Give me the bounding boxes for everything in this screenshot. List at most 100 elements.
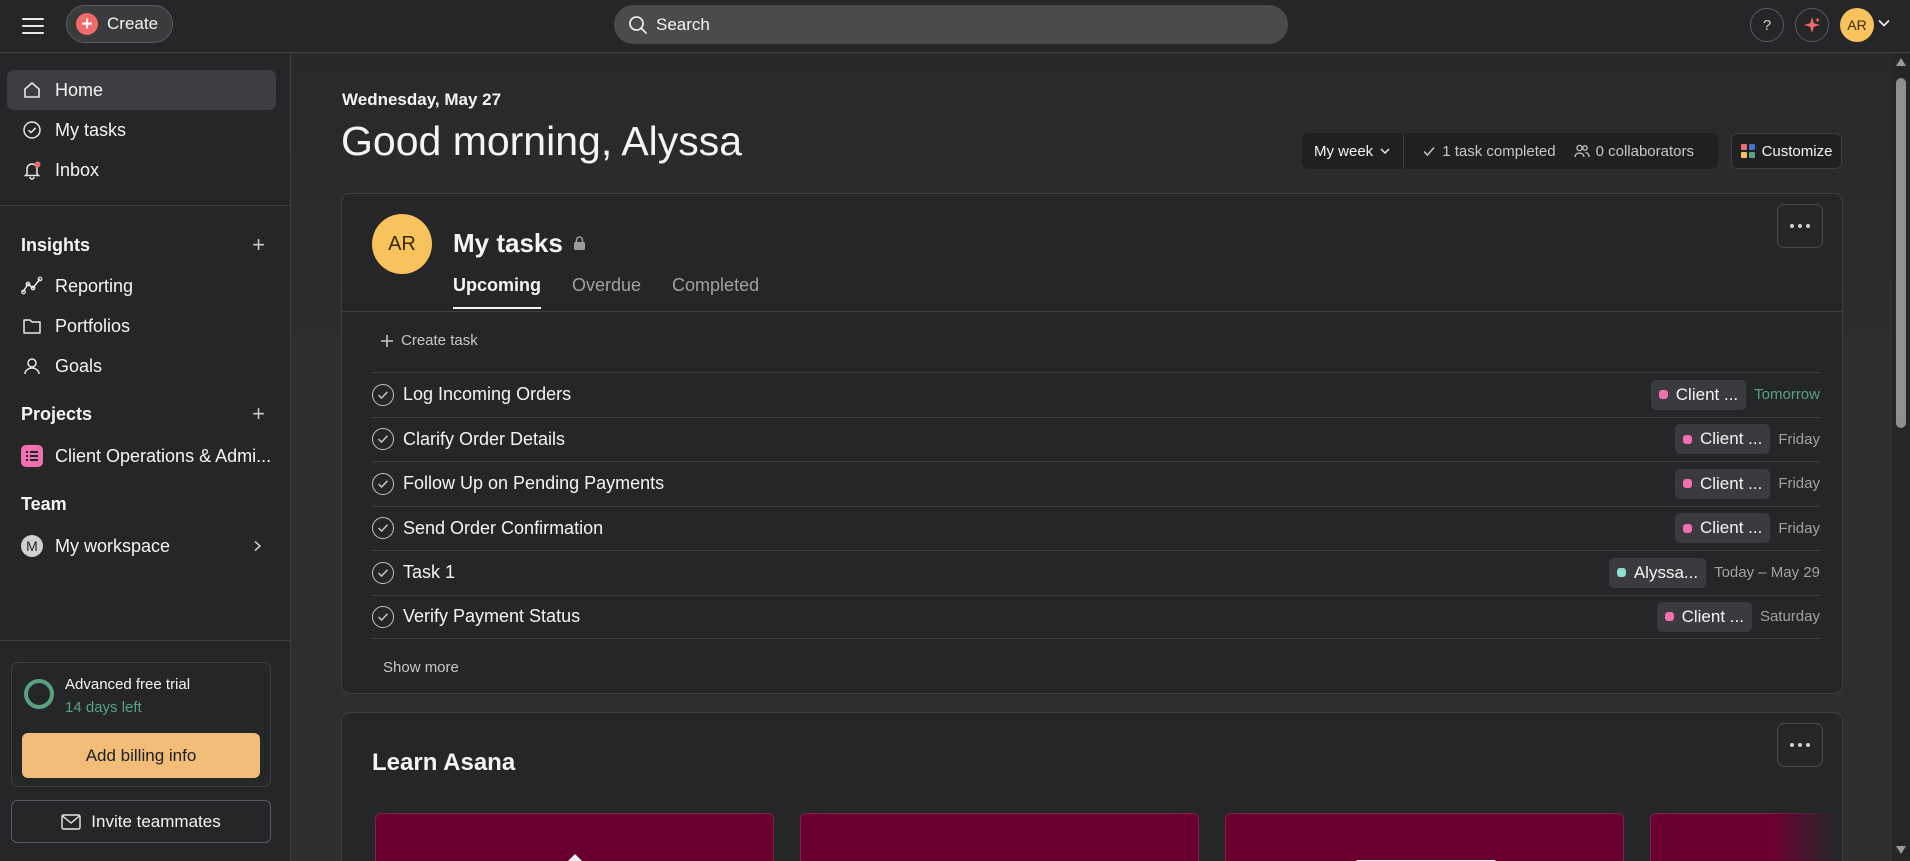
add-project-icon[interactable]: + xyxy=(252,401,265,427)
table-row[interactable]: Follow Up on Pending Payments Client ...… xyxy=(372,461,1820,506)
widget-title[interactable]: My tasks xyxy=(453,228,586,259)
tasks-tabs: Upcoming Overdue Completed xyxy=(453,275,759,309)
show-more-button[interactable]: Show more xyxy=(383,659,459,676)
table-row[interactable]: Clarify Order Details Client ... Friday xyxy=(372,416,1820,462)
projects-header[interactable]: Projects + xyxy=(21,399,271,429)
period-dropdown[interactable]: My week xyxy=(1302,133,1405,169)
complete-checkbox-icon[interactable] xyxy=(372,383,394,406)
tile-arrow-icon xyxy=(568,854,582,861)
more-options-button[interactable] xyxy=(1777,204,1823,248)
table-row[interactable]: Task 1 Alyssa... Today – May 29 xyxy=(372,550,1820,595)
sidebar-item-my-tasks[interactable]: My tasks xyxy=(7,110,276,150)
task-name[interactable]: Verify Payment Status xyxy=(403,606,1657,627)
project-tag[interactable]: Client ... xyxy=(1650,379,1747,410)
sidebar-item-label: Home xyxy=(55,79,104,100)
task-name[interactable]: Send Order Confirmation xyxy=(403,518,1675,539)
trial-progress-ring xyxy=(24,679,54,709)
learn-tile[interactable] xyxy=(375,813,774,861)
project-color-dot xyxy=(1664,612,1674,622)
collaborators-stat: 0 collaborators xyxy=(1556,143,1694,160)
scrollbar-thumb[interactable] xyxy=(1896,78,1906,428)
main-scrollbar[interactable] xyxy=(1892,54,1910,861)
complete-checkbox-icon[interactable] xyxy=(372,517,394,540)
project-tag-label: Client ... xyxy=(1699,473,1763,493)
complete-checkbox-icon[interactable] xyxy=(372,428,394,451)
search-input[interactable]: Search xyxy=(614,5,1288,44)
project-color-dot xyxy=(1616,568,1626,578)
project-tag[interactable]: Alyssa... xyxy=(1608,557,1707,588)
chevron-down-icon[interactable] xyxy=(1877,16,1891,30)
create-button[interactable]: + Create xyxy=(66,5,173,43)
lock-icon xyxy=(573,236,585,250)
task-name[interactable]: Task 1 xyxy=(403,562,1609,583)
people-icon xyxy=(1573,144,1590,158)
task-name[interactable]: Clarify Order Details xyxy=(403,429,1675,450)
table-row[interactable]: Send Order Confirmation Client ... Frida… xyxy=(372,505,1820,551)
tab-overdue[interactable]: Overdue xyxy=(572,275,641,309)
task-name[interactable]: Log Incoming Orders xyxy=(403,384,1651,405)
tasks-completed-stat: 1 task completed xyxy=(1404,142,1556,160)
home-icon xyxy=(21,79,43,101)
trial-title: Advanced free trial xyxy=(65,676,191,693)
sidebar-item-home[interactable]: Home xyxy=(7,70,276,110)
user-avatar[interactable]: AR xyxy=(1840,8,1874,42)
sidebar-item-inbox[interactable]: Inbox xyxy=(7,150,276,190)
complete-checkbox-icon[interactable] xyxy=(372,472,394,495)
person-icon xyxy=(21,355,43,377)
fade-overlay xyxy=(1772,809,1842,861)
check-icon xyxy=(1423,147,1435,157)
project-list-icon xyxy=(21,445,43,467)
table-row[interactable]: Log Incoming Orders Client ... Tomorrow xyxy=(372,372,1820,417)
chart-line-icon xyxy=(21,275,43,297)
complete-checkbox-icon[interactable] xyxy=(372,605,394,628)
task-name[interactable]: Follow Up on Pending Payments xyxy=(403,473,1675,494)
project-tag-label: Client ... xyxy=(1681,606,1744,626)
hamburger-menu-icon[interactable] xyxy=(22,15,46,35)
stats-bar: My week 1 task completed 0 collaborators xyxy=(1302,133,1718,169)
greeting-title: Good morning, Alyssa xyxy=(341,118,743,164)
more-options-button[interactable] xyxy=(1777,723,1823,767)
scroll-down-arrow-icon[interactable] xyxy=(1896,846,1906,854)
sidebar-item-label: Goals xyxy=(55,355,103,376)
sidebar-item-reporting[interactable]: Reporting xyxy=(7,266,276,306)
check-circle-icon xyxy=(21,119,43,141)
tasks-completed-label: 1 task completed xyxy=(1442,142,1556,160)
due-date: Saturday xyxy=(1759,608,1820,626)
project-tag-label: Alyssa... xyxy=(1633,562,1699,582)
tab-upcoming[interactable]: Upcoming xyxy=(453,275,541,309)
project-tag[interactable]: Client ... xyxy=(1656,601,1752,632)
folder-icon xyxy=(21,315,43,337)
create-label: Create xyxy=(107,14,159,33)
create-task-button[interactable]: Create task xyxy=(380,332,478,349)
customize-button[interactable]: Customize xyxy=(1731,133,1842,169)
insights-title: Insights xyxy=(21,234,91,255)
sidebar-item-client-operations[interactable]: Client Operations & Admi... xyxy=(7,436,276,476)
project-tag[interactable]: Client ... xyxy=(1674,513,1771,544)
sidebar-item-portfolios[interactable]: Portfolios xyxy=(7,306,276,346)
project-tag[interactable]: Client ... xyxy=(1674,424,1771,455)
sidebar-item-goals[interactable]: Goals xyxy=(7,346,276,386)
sidebar-divider xyxy=(0,640,291,641)
sidebar-item-label: Client Operations & Admi... xyxy=(55,445,272,466)
add-billing-button[interactable]: Add billing info xyxy=(22,733,260,778)
task-list: Log Incoming Orders Client ... Tomorrow … xyxy=(372,372,1820,639)
due-date: Friday xyxy=(1778,430,1820,448)
help-button[interactable]: ? xyxy=(1750,8,1784,42)
project-tag[interactable]: Client ... xyxy=(1674,468,1771,499)
add-insight-icon[interactable]: + xyxy=(252,232,265,258)
learn-tile[interactable] xyxy=(1225,813,1624,861)
table-row[interactable]: Verify Payment Status Client ... Saturda… xyxy=(372,594,1820,639)
learn-tile[interactable] xyxy=(800,813,1199,861)
sidebar: Home My tasks Inbox Insights + Reporting… xyxy=(0,54,291,861)
chevron-right-icon[interactable] xyxy=(250,539,264,553)
workspace-avatar: M xyxy=(21,535,43,557)
sidebar-item-my-workspace[interactable]: M My workspace xyxy=(7,526,276,566)
ai-sparkle-button[interactable] xyxy=(1795,8,1829,42)
scroll-up-arrow-icon[interactable] xyxy=(1896,58,1906,66)
complete-checkbox-icon[interactable] xyxy=(372,561,394,584)
invite-teammates-button[interactable]: Invite teammates xyxy=(11,800,271,843)
project-color-dot xyxy=(1682,434,1692,444)
team-header: Team xyxy=(21,489,271,519)
tab-completed[interactable]: Completed xyxy=(672,275,759,309)
insights-header[interactable]: Insights + xyxy=(21,230,271,260)
